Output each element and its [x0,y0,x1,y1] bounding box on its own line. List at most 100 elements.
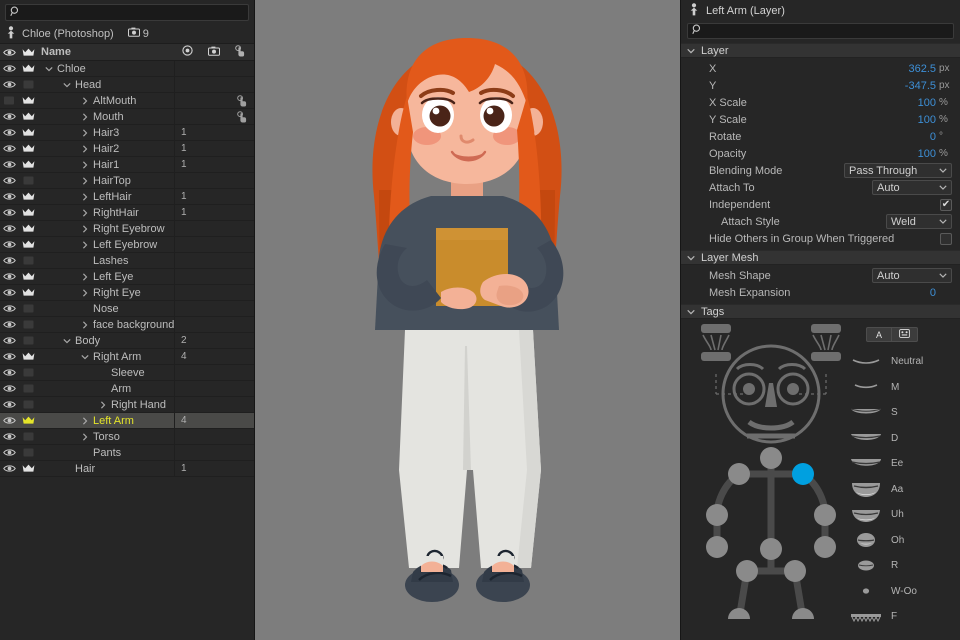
eye-toggle-icon[interactable] [0,336,19,345]
chevron-right-icon[interactable] [79,160,90,169]
layer-row-face-background[interactable]: face background [0,316,254,333]
face-tag-toggle[interactable] [892,327,918,342]
eye-toggle-icon[interactable] [0,272,19,281]
eye-toggle-icon[interactable] [0,448,19,457]
crown-toggle-icon[interactable] [19,352,38,361]
viseme-row-oh[interactable]: Oh [849,528,959,554]
eye-toggle-icon[interactable] [0,208,19,217]
eye-toggle-icon[interactable] [0,432,19,441]
property-value[interactable]: 362.5 [908,63,936,75]
eye-toggle-icon[interactable] [0,112,19,121]
layer-trigger-icon[interactable] [232,110,254,123]
layer-row-sleeve[interactable]: Sleeve [0,364,254,381]
section-header-tags[interactable]: Tags [681,304,960,319]
crown-toggle-icon[interactable] [19,336,38,345]
chevron-down-icon[interactable] [61,338,72,344]
crown-toggle-icon[interactable] [19,160,38,169]
crown-toggle-icon[interactable] [19,432,38,441]
layer-row-body[interactable]: Body 2 [0,332,254,349]
layer-row-hair[interactable]: Hair 1 [0,460,254,477]
chevron-right-icon[interactable] [79,224,90,233]
crown-toggle-icon[interactable] [19,288,38,297]
layer-row-right-hand[interactable]: Right Hand [0,396,254,413]
viseme-tag-list[interactable]: Neutral M S D Ee Aa Uh Oh R W-Oo F [849,349,959,630]
eye-toggle-icon[interactable] [0,320,19,329]
crown-toggle-icon[interactable] [19,464,38,473]
eye-toggle-icon[interactable] [0,288,19,297]
eye-toggle-icon[interactable] [0,176,19,185]
viseme-row-uh[interactable]: Uh [849,502,959,528]
eye-toggle-icon[interactable] [0,224,19,233]
crown-toggle-icon[interactable] [19,64,38,73]
text-tag-toggle[interactable]: A [866,327,892,342]
layer-row-left-arm[interactable]: Left Arm 4 [0,412,254,429]
crown-toggle-icon[interactable] [19,368,38,377]
layer-row-right-eye[interactable]: Right Eye [0,284,254,301]
crown-toggle-icon[interactable] [19,304,38,313]
eye-toggle-icon[interactable] [0,192,19,201]
crown-toggle-icon[interactable] [19,224,38,233]
layers-search-box[interactable] [5,4,249,21]
property-checkbox[interactable] [940,198,952,211]
puppet-camera-group[interactable]: 9 [127,27,149,40]
chevron-right-icon[interactable] [79,192,90,201]
viseme-row-s[interactable]: S [849,400,959,426]
eye-toggle-icon[interactable] [0,128,19,137]
viseme-row-ee[interactable]: Ee [849,451,959,477]
crown-toggle-icon[interactable] [19,208,38,217]
layer-row-nose[interactable]: Nose [0,300,254,317]
properties-search-box[interactable] [687,23,954,39]
chevron-right-icon[interactable] [79,208,90,217]
eye-toggle-icon[interactable] [0,64,19,73]
property-value[interactable]: 100 [918,148,936,160]
chevron-right-icon[interactable] [79,96,90,105]
eye-toggle-icon[interactable] [0,352,19,361]
layer-row-right-eyebrow[interactable]: Right Eyebrow [0,220,254,237]
layer-row-mouth[interactable]: Mouth [0,108,254,125]
crown-toggle-icon[interactable] [19,416,38,425]
chevron-right-icon[interactable] [79,144,90,153]
layer-row-altmouth[interactable]: AltMouth [0,92,254,109]
trigger-icon[interactable] [234,44,247,60]
chevron-right-icon[interactable] [79,112,90,121]
layer-row-right-arm[interactable]: Right Arm 4 [0,348,254,365]
eye-toggle-icon[interactable] [0,400,19,409]
chevron-right-icon[interactable] [79,176,90,185]
crown-toggle-icon[interactable] [19,144,38,153]
viseme-row-f[interactable]: F [849,604,959,630]
properties-search-input[interactable] [707,23,949,39]
viseme-row-w-oo[interactable]: W-Oo [849,579,959,605]
crown-toggle-icon[interactable] [19,256,38,265]
chevron-down-icon[interactable] [61,82,72,88]
rig-diagram[interactable] [681,319,861,619]
property-value[interactable]: -347.5 [905,80,936,92]
chevron-right-icon[interactable] [79,432,90,441]
layer-row-lashes[interactable]: Lashes [0,252,254,269]
viseme-row-r[interactable]: R [849,553,959,579]
property-dropdown[interactable]: Pass Through [844,163,952,178]
crown-toggle-icon[interactable] [19,384,38,393]
viseme-row-aa[interactable]: Aa [849,477,959,503]
section-header-layer-mesh[interactable]: Layer Mesh [681,250,960,265]
layer-trigger-icon[interactable] [232,94,254,107]
chevron-right-icon[interactable] [79,240,90,249]
crown-toggle-icon[interactable] [19,272,38,281]
chevron-right-icon[interactable] [79,416,90,425]
layer-row-left-eyebrow[interactable]: Left Eyebrow [0,236,254,253]
chevron-right-icon[interactable] [79,272,90,281]
section-header-layer[interactable]: Layer [681,43,960,58]
chevron-down-icon[interactable] [79,354,90,360]
layer-row-hair2[interactable]: Hair2 1 [0,140,254,157]
chevron-right-icon[interactable] [79,128,90,137]
rig-joint-left-shoulder-selected[interactable] [792,463,814,485]
property-dropdown[interactable]: Auto [872,268,952,283]
tags-view-toggle[interactable]: A [866,327,918,342]
crown-toggle-icon[interactable] [19,80,38,89]
chevron-right-icon[interactable] [97,400,108,409]
layer-row-lefthair[interactable]: LeftHair 1 [0,188,254,205]
layer-row-hair3[interactable]: Hair3 1 [0,124,254,141]
property-dropdown[interactable]: Auto [872,180,952,195]
property-value[interactable]: 100 [918,114,936,126]
puppet-canvas[interactable] [255,0,680,640]
eye-toggle-icon[interactable] [0,160,19,169]
